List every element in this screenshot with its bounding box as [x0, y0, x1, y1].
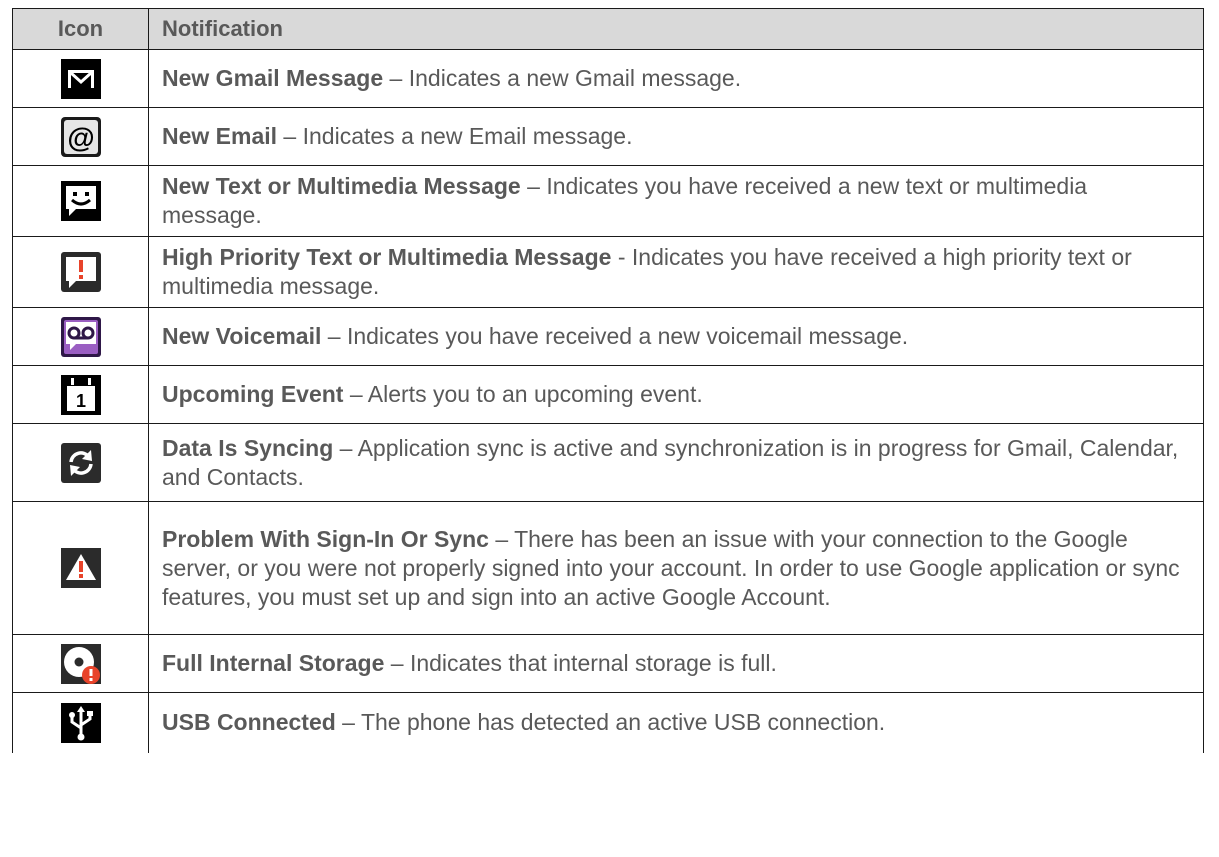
row-title: New Gmail Message: [162, 65, 384, 91]
usb-icon: [60, 702, 101, 743]
row-title: Upcoming Event: [162, 381, 344, 407]
row-title: New Email: [162, 123, 278, 149]
row-separator: –: [520, 173, 547, 199]
row-description: The phone has detected an active USB con…: [360, 709, 886, 736]
row-title: Problem With Sign-In Or Sync: [162, 525, 489, 552]
header-icon: Icon: [12, 8, 149, 50]
svg-text:@: @: [67, 122, 94, 153]
email-at-icon: @: [60, 116, 101, 157]
row-separator: –: [343, 381, 368, 407]
row-separator: –: [333, 434, 358, 461]
table-row: USB Connected – The phone has detected a…: [12, 692, 1204, 753]
row-separator: –: [383, 65, 409, 91]
row-separator: -: [611, 244, 632, 270]
table-row: Problem With Sign-In Or Sync – There has…: [12, 501, 1204, 635]
row-title: Data Is Syncing: [162, 434, 334, 461]
table-row: New Text or Multimedia Message – Indicat…: [12, 165, 1204, 237]
table-row: Data Is Syncing – Application sync is ac…: [12, 423, 1204, 502]
row-title: High Priority Text or Multimedia Message: [162, 244, 612, 270]
row-separator: –: [384, 650, 410, 676]
table-header-row: Icon Notification: [12, 8, 1204, 50]
table-row: 1 Upcoming Event – Alerts you to an upco…: [12, 365, 1204, 424]
svg-text:1: 1: [75, 391, 85, 411]
row-description: Indicates you have received a new voicem…: [346, 323, 909, 349]
calendar-icon: 1: [60, 374, 101, 415]
table-row: @ New Email – Indicates a new Email mess…: [12, 107, 1204, 166]
table-row: Full Internal Storage – Indicates that i…: [12, 634, 1204, 693]
header-notification: Notification: [148, 8, 1204, 50]
gmail-icon: [60, 58, 101, 99]
sync-icon: [60, 442, 101, 483]
table-row: High Priority Text or Multimedia Message…: [12, 236, 1204, 308]
row-separator: –: [335, 709, 361, 736]
row-separator: –: [277, 123, 303, 149]
row-description: Alerts you to an upcoming event.: [367, 381, 703, 407]
row-description: Indicates a new Email message.: [302, 123, 633, 149]
text-message-icon: [60, 181, 101, 221]
table-row: New Voicemail – Indicates you have recei…: [12, 307, 1204, 366]
row-description: Indicates a new Gmail message.: [408, 65, 742, 91]
voicemail-icon: [60, 316, 101, 357]
row-separator: –: [488, 525, 515, 552]
row-description: Indicates that internal storage is full.: [409, 650, 777, 676]
row-title: New Voicemail: [162, 323, 322, 349]
warning-icon: [60, 548, 101, 588]
row-title: USB Connected: [162, 709, 336, 736]
storage-full-icon: [60, 643, 101, 684]
row-separator: –: [321, 323, 347, 349]
high-priority-message-icon: [60, 252, 101, 292]
row-title: Full Internal Storage: [162, 650, 385, 676]
row-title: New Text or Multimedia Message: [162, 173, 521, 199]
notification-icons-table: Icon Notification New Gmail Message – In…: [12, 8, 1204, 753]
table-row: New Gmail Message – Indicates a new Gmai…: [12, 49, 1204, 108]
